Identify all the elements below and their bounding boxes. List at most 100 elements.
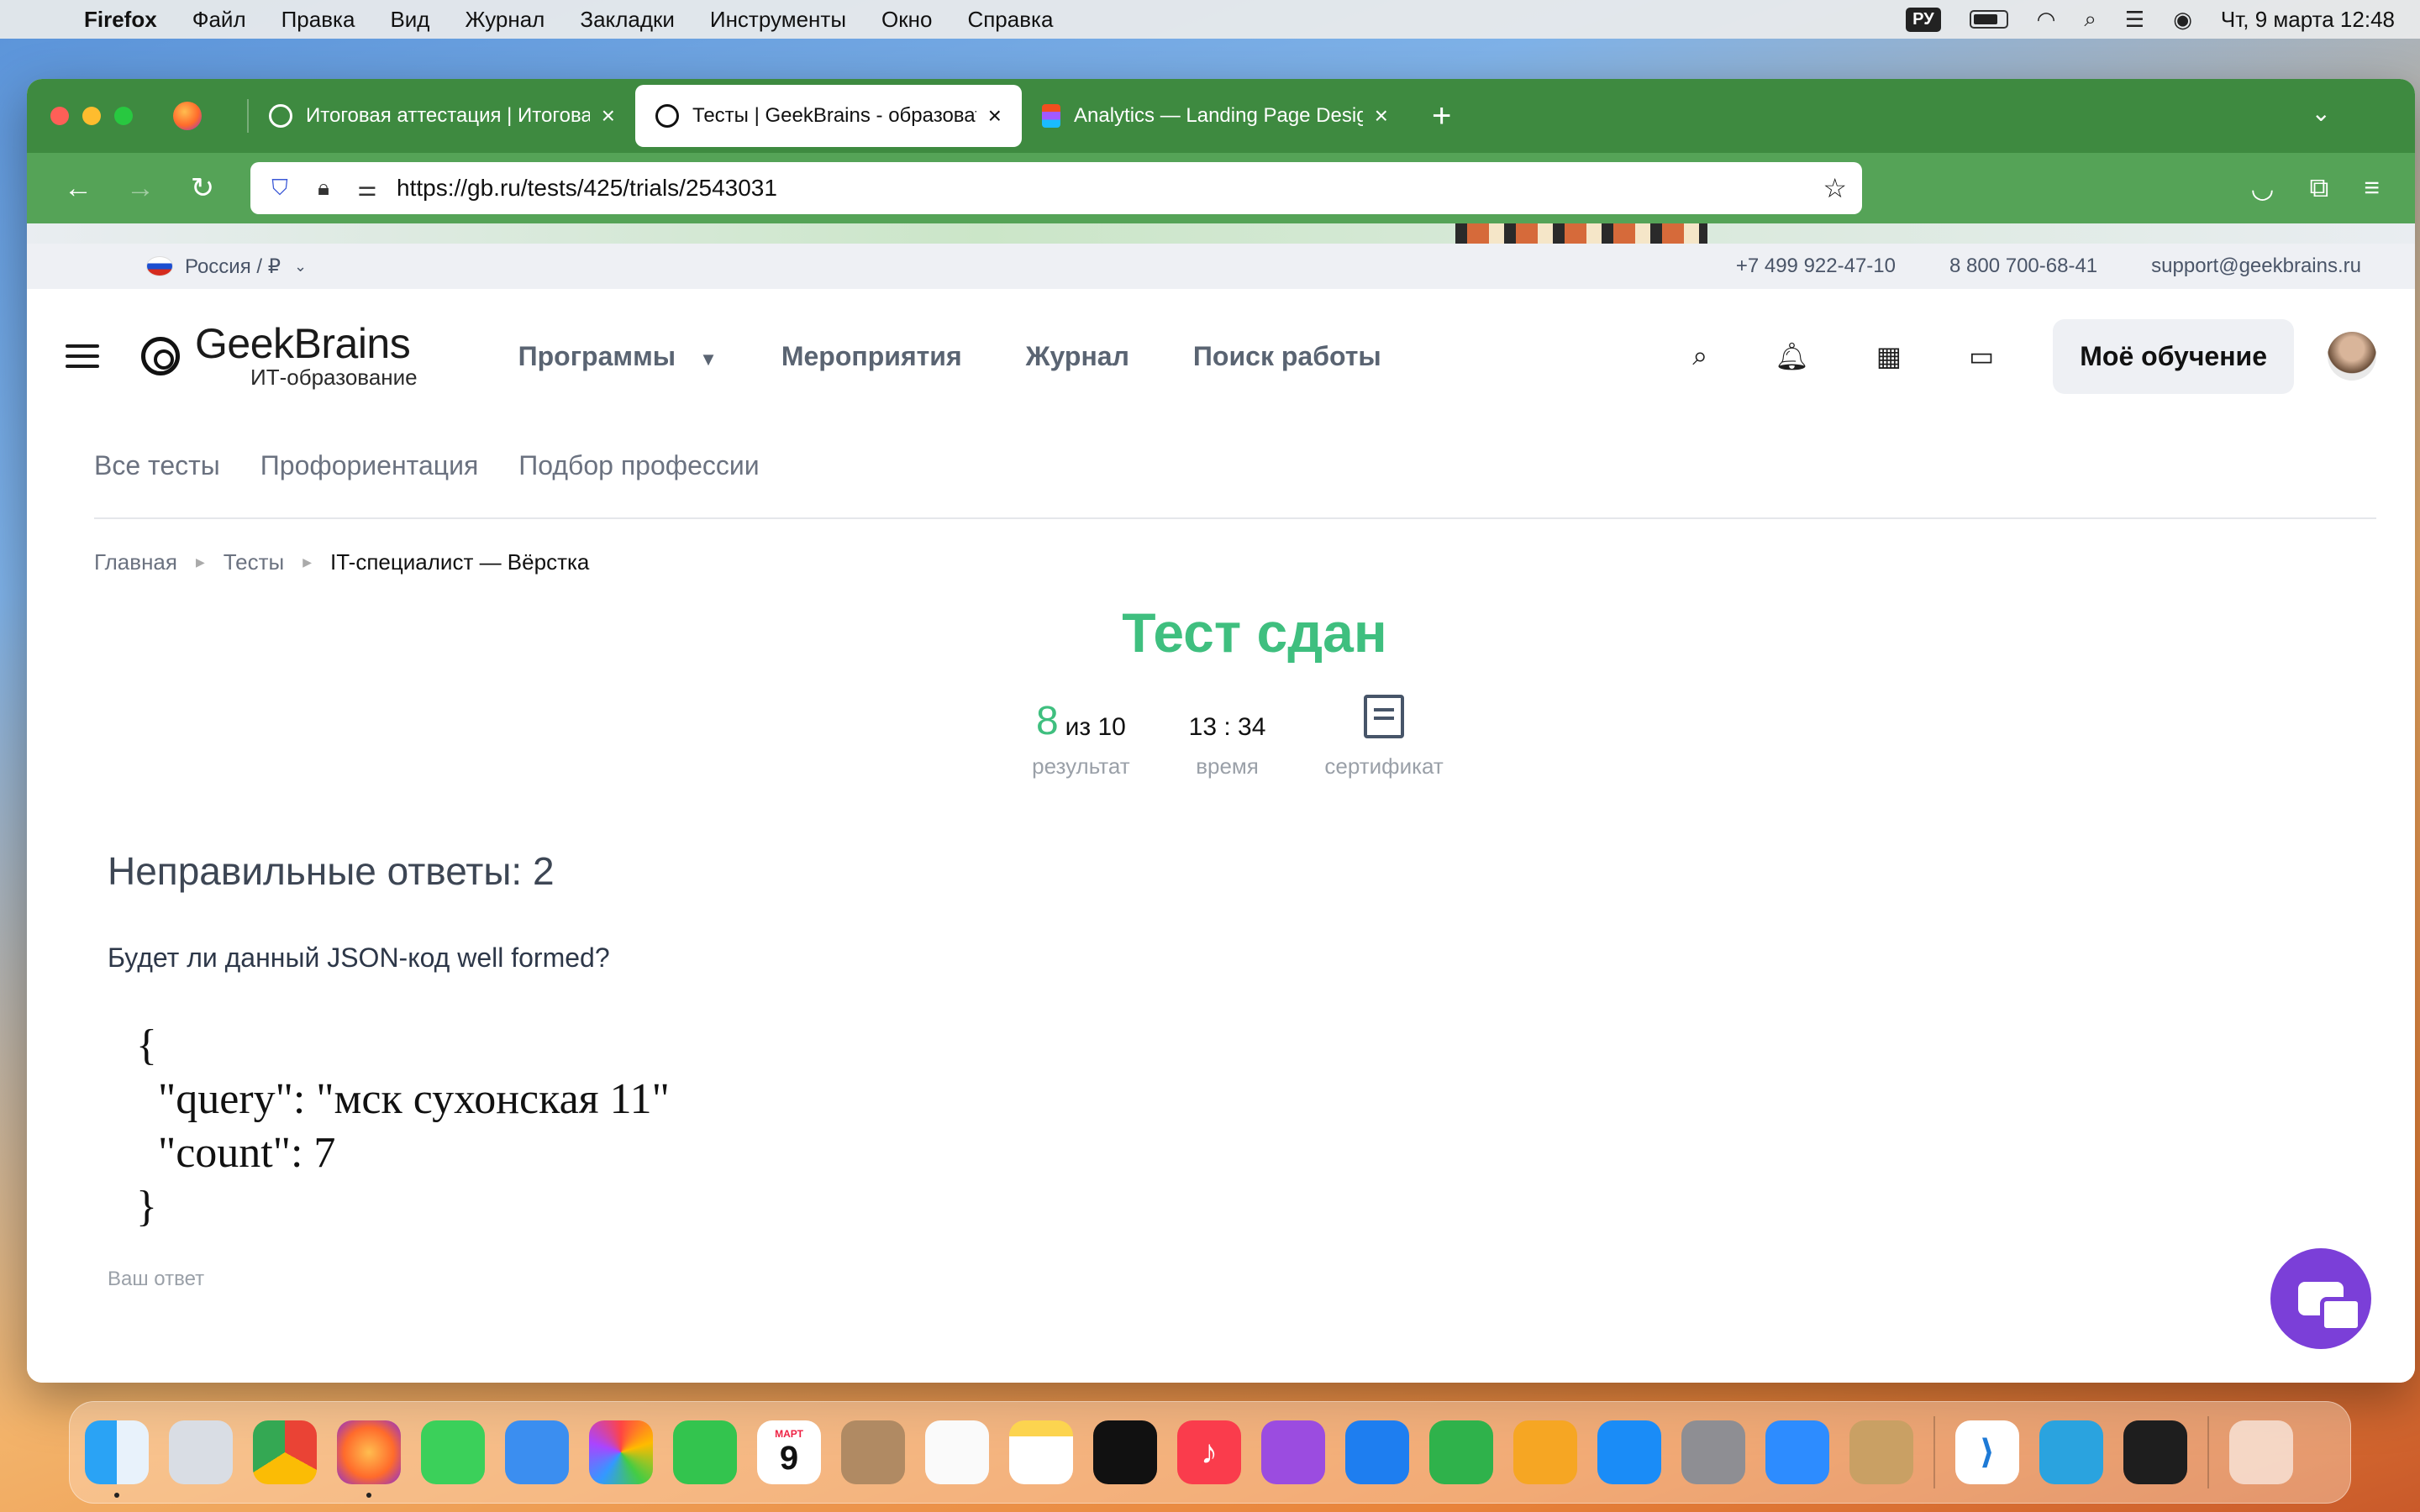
telegram-icon[interactable] (2039, 1420, 2103, 1484)
chrome-icon[interactable] (253, 1420, 317, 1484)
menu-app-name[interactable]: Firefox (84, 7, 157, 33)
menu-edit[interactable]: Правка (281, 7, 355, 33)
macos-menubar: Firefox Файл Правка Вид Журнал Закладки … (0, 0, 2420, 39)
top-banner[interactable] (27, 223, 2415, 244)
calendar-day: 9 (779, 1439, 799, 1477)
breadcrumb-tests[interactable]: Тесты (224, 549, 284, 575)
system-settings-icon[interactable] (1681, 1420, 1745, 1484)
notes-icon[interactable] (1009, 1420, 1073, 1484)
menu-view[interactable]: Вид (390, 7, 429, 33)
lock-icon[interactable]: 🔒︎ (309, 175, 338, 202)
stat-time: 13 : 34 время (1189, 695, 1266, 780)
extensions-puzzle-icon[interactable]: ⧉ (2309, 172, 2328, 204)
forward-arrow-icon[interactable]: → (109, 172, 171, 205)
music-icon[interactable]: ♪ (1177, 1420, 1241, 1484)
reload-icon[interactable]: ↻ (171, 171, 234, 205)
tab-tests-geekbrains[interactable]: Тесты | GeekBrains - образоват × (635, 85, 1022, 147)
minimize-window-button[interactable] (82, 107, 101, 125)
nav-journal[interactable]: Журнал (1026, 341, 1129, 372)
nav-job-search[interactable]: Поиск работы (1193, 341, 1381, 372)
zoom-window-button[interactable] (114, 107, 133, 125)
user-avatar[interactable] (2328, 332, 2376, 381)
tab-close-icon[interactable]: × (988, 102, 1002, 129)
finder-icon[interactable] (85, 1420, 149, 1498)
phone-moscow-link[interactable]: +7 499 922-47-10 (1736, 255, 1896, 278)
menu-window[interactable]: Окно (881, 7, 932, 33)
new-tab-plus-icon[interactable]: + (1432, 97, 1451, 135)
control-center-icon[interactable]: ☰ (2125, 7, 2144, 33)
tab-final-attestation[interactable]: Итоговая аттестация | Итоговая × (249, 86, 635, 146)
trash-icon[interactable] (2229, 1420, 2293, 1484)
vscode-icon[interactable]: ⟩ (1955, 1420, 2019, 1484)
menu-help[interactable]: Справка (967, 7, 1053, 33)
calendar-icon[interactable]: ▦ (1876, 340, 1902, 372)
battery-icon[interactable] (1969, 10, 2008, 29)
spotlight-search-icon[interactable]: ⌕ (2084, 6, 2096, 33)
tracking-protection-shield-icon[interactable]: ⛉ (266, 175, 294, 202)
reminders-icon[interactable] (925, 1420, 989, 1484)
bookmark-star-icon[interactable]: ☆ (1823, 172, 1847, 204)
site-permissions-icon[interactable]: ⚌ (353, 176, 381, 202)
address-bar[interactable]: ⛉ 🔒︎ ⚌ ☆ (250, 162, 1862, 214)
support-email-link[interactable]: support@geekbrains.ru (2151, 255, 2361, 278)
calendar-app-icon[interactable]: МАРТ 9 (757, 1420, 821, 1484)
firefox-icon[interactable] (337, 1420, 401, 1498)
tab-analytics-figma[interactable]: Analytics — Landing Page Desig × (1022, 86, 1408, 146)
archive-utility-icon[interactable] (1849, 1420, 1913, 1484)
apple-tv-icon[interactable] (1093, 1420, 1157, 1484)
keyboard-layout-badge[interactable]: РУ (1906, 7, 1941, 32)
contacts-icon[interactable] (841, 1420, 905, 1484)
firefox-view-icon[interactable] (173, 102, 202, 130)
app-store-icon[interactable] (1597, 1420, 1661, 1484)
messages-icon[interactable] (421, 1420, 485, 1484)
menubar-datetime[interactable]: Чт, 9 марта 12:48 (2221, 7, 2395, 33)
chat-icon[interactable]: ▭ (1969, 340, 1994, 372)
mail-icon[interactable] (505, 1420, 569, 1484)
search-icon[interactable]: ⌕ (1692, 340, 1707, 372)
menu-file[interactable]: Файл (192, 7, 246, 33)
support-chat-button[interactable] (2270, 1248, 2371, 1349)
keynote-icon[interactable] (1345, 1420, 1409, 1484)
phone-free-link[interactable]: 8 800 700-68-41 (1949, 255, 2097, 278)
app-menu-hamburger-icon[interactable]: ≡ (2364, 172, 2380, 204)
menu-bookmarks[interactable]: Закладки (580, 7, 675, 33)
facetime-icon[interactable] (673, 1420, 737, 1484)
menu-tools[interactable]: Инструменты (710, 7, 846, 33)
caret-down-icon: ▼ (699, 348, 718, 370)
menu-history[interactable]: Журнал (465, 7, 544, 33)
figma-favicon-icon (1042, 104, 1060, 128)
certificate-label[interactable]: сертификат (1324, 753, 1443, 780)
tab-close-icon[interactable]: × (1375, 102, 1388, 129)
figma-icon[interactable] (2123, 1420, 2187, 1484)
numbers-icon[interactable] (1429, 1420, 1493, 1484)
subnav-profession-selection[interactable]: Подбор профессии (518, 450, 759, 481)
stat-certificate[interactable]: сертификат (1324, 695, 1444, 780)
pocket-icon[interactable]: ◡ (2251, 172, 2275, 204)
bell-icon[interactable]: 🔔︎ (1775, 340, 1809, 372)
hamburger-menu-icon[interactable] (66, 338, 99, 375)
subnav-career-guidance[interactable]: Профориентация (260, 450, 478, 481)
wifi-icon[interactable]: ◠ (2037, 7, 2056, 33)
site-logo[interactable]: GeekBrains ИТ-образование (141, 323, 418, 391)
tab-close-icon[interactable]: × (602, 102, 615, 129)
my-learning-button[interactable]: Моё обучение (2053, 318, 2294, 394)
photos-icon[interactable] (589, 1420, 653, 1484)
subnav-all-tests[interactable]: Все тесты (94, 450, 220, 481)
list-all-tabs-chevron-icon[interactable]: ⌄ (2312, 99, 2331, 127)
region-selector[interactable]: Россия / ₽ (185, 255, 281, 279)
url-input[interactable] (397, 175, 1823, 202)
subnav-divider (94, 517, 2376, 519)
nav-events[interactable]: Мероприятия (781, 341, 962, 372)
wrong-answers-title: Неправильные ответы: 2 (108, 849, 555, 893)
certificate-icon[interactable] (1364, 695, 1405, 738)
nav-programs[interactable]: Программы ▼ (518, 341, 718, 372)
close-window-button[interactable] (50, 107, 69, 125)
podcasts-icon[interactable] (1261, 1420, 1325, 1484)
zoom-icon[interactable] (1765, 1420, 1829, 1484)
siri-icon[interactable]: ◉ (2173, 7, 2192, 33)
back-arrow-icon[interactable]: ← (47, 172, 109, 205)
pages-icon[interactable] (1513, 1420, 1577, 1484)
breadcrumb-home[interactable]: Главная (94, 549, 177, 575)
launchpad-icon[interactable] (169, 1420, 233, 1484)
chevron-down-icon[interactable]: ⌄ (294, 258, 307, 276)
